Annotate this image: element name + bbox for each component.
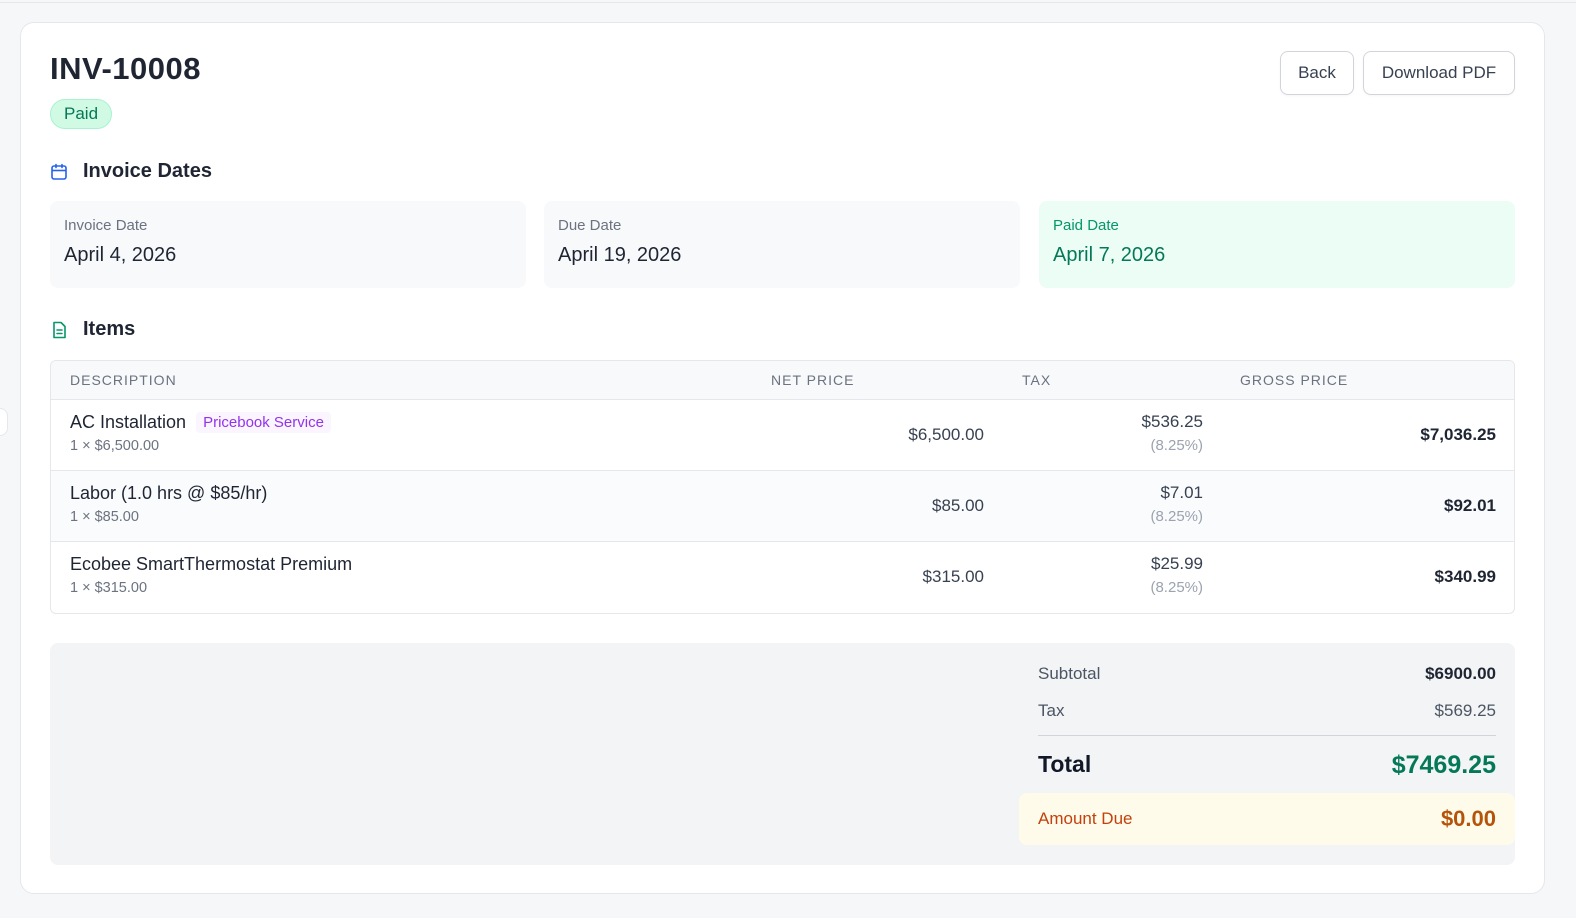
- back-button[interactable]: Back: [1280, 51, 1354, 95]
- total-label: Total: [1038, 751, 1092, 777]
- pricebook-service-tag: Pricebook Service: [196, 412, 331, 433]
- items-header: Items: [50, 318, 135, 341]
- items-table: DESCRIPTION NET PRICE TAX GROSS PRICE AC…: [50, 360, 1515, 614]
- item-tax-rate: (8.25%): [1150, 508, 1203, 525]
- paid-date-value: April 7, 2026: [1053, 244, 1166, 266]
- total-value: $7469.25: [1391, 751, 1496, 779]
- item-tax: $25.99 (8.25%): [1150, 554, 1203, 596]
- item-gross-price: $340.99: [1434, 567, 1496, 586]
- invoice-dates-header: Invoice Dates: [50, 160, 212, 183]
- item-tax: $7.01 (8.25%): [1150, 483, 1203, 525]
- document-icon: [50, 321, 68, 339]
- subtotal-label: Subtotal: [1038, 664, 1101, 683]
- column-tax: TAX: [1022, 372, 1052, 388]
- invoice-date-box: Invoice Date April 4, 2026: [50, 201, 526, 288]
- paid-date-box: Paid Date April 7, 2026: [1039, 201, 1515, 288]
- item-net-price: $85.00: [932, 496, 984, 515]
- item-gross-price: $92.01: [1444, 496, 1496, 515]
- section-title: Items: [83, 318, 136, 340]
- subtotal-value: $6900.00: [1425, 664, 1496, 683]
- subtotal-line: Subtotal $6900.00: [1038, 664, 1496, 684]
- section-title: Invoice Dates: [83, 160, 212, 182]
- item-quantity: 1 × $315.00: [70, 580, 148, 596]
- paid-date-label: Paid Date: [1053, 217, 1119, 234]
- status-badge: Paid: [50, 99, 113, 129]
- due-date-label: Due Date: [558, 217, 622, 234]
- item-tax-amount: $7.01: [1160, 483, 1203, 502]
- item-name: Labor (1.0 hrs @ $85/hr): [70, 483, 268, 503]
- tax-value: $569.25: [1434, 701, 1496, 720]
- download-pdf-button[interactable]: Download PDF: [1363, 51, 1515, 95]
- table-row: AC Installation Pricebook Service 1 × $6,…: [51, 400, 1514, 471]
- column-net-price: NET PRICE: [771, 372, 855, 388]
- item-description: Labor (1.0 hrs @ $85/hr) 1 × $85.00: [70, 483, 267, 525]
- item-tax-amount: $25.99: [1151, 554, 1203, 573]
- item-description: Ecobee SmartThermostat Premium 1 × $315.…: [70, 554, 352, 596]
- table-header: DESCRIPTION NET PRICE TAX GROSS PRICE: [51, 361, 1514, 400]
- item-net-price: $315.00: [922, 567, 984, 586]
- item-name: Ecobee SmartThermostat Premium: [70, 554, 353, 574]
- item-net-price: $6,500.00: [908, 425, 984, 444]
- due-date-box: Due Date April 19, 2026: [544, 201, 1020, 288]
- column-gross-price: GROSS PRICE: [1240, 372, 1349, 388]
- item-tax-amount: $536.25: [1141, 412, 1203, 431]
- item-description: AC Installation Pricebook Service 1 × $6,…: [70, 412, 331, 454]
- tax-line: Tax $569.25: [1038, 701, 1496, 721]
- amount-due-value: $0.00: [1440, 806, 1496, 831]
- item-quantity: 1 × $85.00: [70, 509, 139, 525]
- calendar-icon: [50, 163, 68, 181]
- invoice-date-label: Invoice Date: [64, 217, 148, 234]
- summary-divider: [1038, 735, 1496, 736]
- item-name: AC Installation: [70, 412, 187, 432]
- invoice-card: INV-10008 Paid Back Download PDF Invoice…: [20, 22, 1545, 894]
- invoice-date-value: April 4, 2026: [64, 244, 177, 266]
- table-row: Ecobee SmartThermostat Premium 1 × $315.…: [51, 542, 1514, 613]
- column-description: DESCRIPTION: [70, 372, 177, 388]
- invoice-summary: Subtotal $6900.00 Tax $569.25 Total $746…: [50, 643, 1515, 865]
- total-line: Total $7469.25: [1038, 751, 1496, 780]
- item-quantity: 1 × $6,500.00: [70, 438, 160, 454]
- item-tax-rate: (8.25%): [1150, 579, 1203, 596]
- item-gross-price: $7,036.25: [1420, 425, 1496, 444]
- tax-label: Tax: [1038, 701, 1065, 720]
- table-row: Labor (1.0 hrs @ $85/hr) 1 × $85.00 $85.…: [51, 471, 1514, 542]
- top-divider: [0, 2, 1576, 3]
- invoice-number: INV-10008: [50, 51, 201, 86]
- sidebar-collapse-handle[interactable]: [0, 408, 8, 436]
- item-tax-rate: (8.25%): [1150, 437, 1203, 454]
- amount-due-box: Amount Due $0.00: [1019, 793, 1515, 845]
- item-tax: $536.25 (8.25%): [1142, 412, 1203, 454]
- amount-due-label: Amount Due: [1038, 809, 1133, 828]
- due-date-value: April 19, 2026: [558, 244, 682, 266]
